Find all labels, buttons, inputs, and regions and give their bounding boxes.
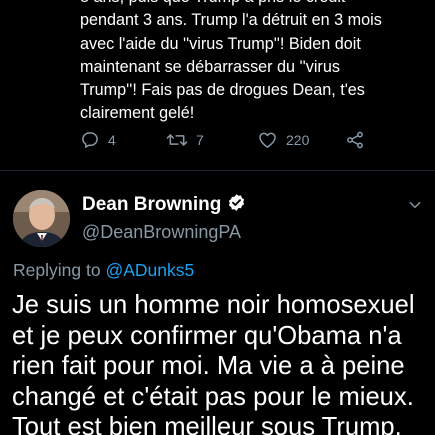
like-button[interactable]: 220: [257, 128, 309, 152]
verified-badge-icon: [227, 193, 246, 217]
reply-button[interactable]: 4: [80, 128, 116, 152]
like-count: 220: [286, 132, 310, 148]
reply-bubble-icon: [80, 130, 100, 150]
retweet-count: 7: [196, 132, 204, 148]
retweet-button[interactable]: 7: [166, 128, 204, 152]
reply-count: 4: [108, 132, 116, 148]
replying-to-mention[interactable]: @ADunks5: [105, 260, 194, 280]
previous-tweet-text: 8 ans, puis que Trump a pris le crédit p…: [80, 0, 382, 123]
display-name[interactable]: Dean Browning: [82, 194, 221, 216]
handle[interactable]: @DeanBrowningPA: [82, 222, 241, 243]
author-name-row: Dean Browning: [82, 193, 246, 217]
retweet-icon: [166, 130, 188, 150]
tweet-actions-bar: 4 7 220: [80, 128, 380, 152]
replying-to: Replying to @ADunks5: [13, 260, 194, 281]
avatar[interactable]: [13, 190, 70, 247]
share-icon: [345, 130, 365, 150]
heart-icon: [257, 130, 278, 150]
chevron-down-icon[interactable]: [408, 198, 422, 217]
tweet-text: Je suis un homme noir homosexuel et je p…: [12, 291, 415, 435]
share-button[interactable]: [345, 128, 365, 152]
replying-to-prefix: Replying to: [13, 260, 101, 280]
tweet-divider: [0, 170, 435, 171]
